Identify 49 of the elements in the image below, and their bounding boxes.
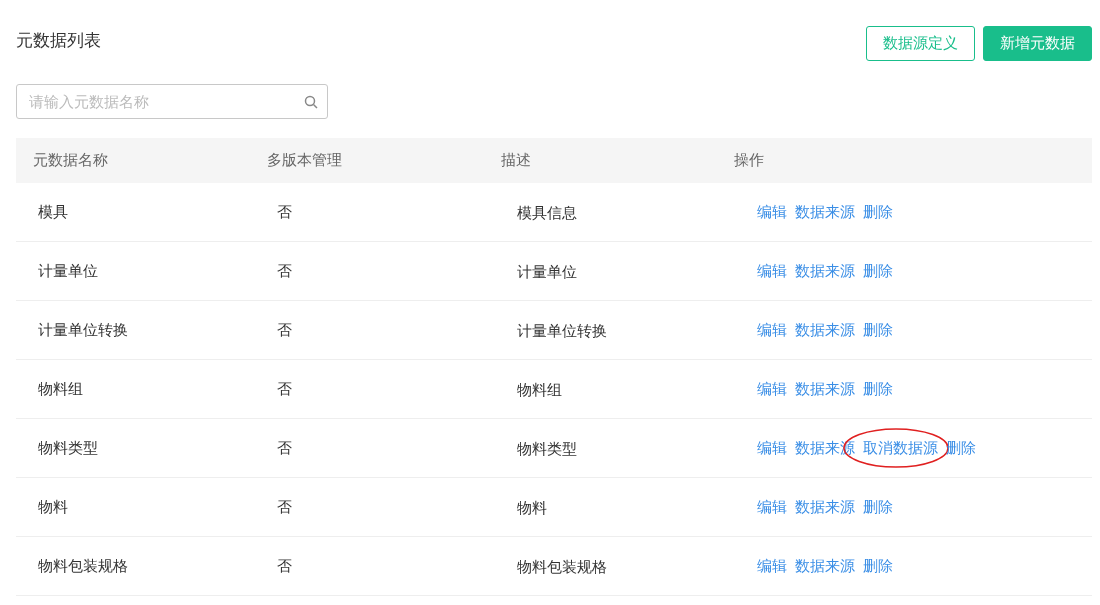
action-button[interactable]: 数据源定义	[866, 26, 975, 61]
action-link[interactable]: 编辑	[757, 438, 787, 457]
action-link[interactable]: 删除	[863, 556, 893, 575]
search-icon[interactable]	[304, 95, 318, 109]
table-cell-text: 计量单位转换	[516, 320, 607, 342]
table-cell-text: 否	[276, 496, 292, 518]
table-cell-text: 物料包装规格	[516, 556, 607, 578]
action-link[interactable]: 数据来源	[795, 379, 855, 398]
action-link[interactable]: 编辑	[757, 202, 787, 221]
table-cell-text: 物料包装规格	[37, 555, 128, 577]
table-cell-text: 计量单位转换	[37, 319, 128, 341]
action-button[interactable]: 新增元数据	[983, 26, 1092, 61]
table-cell-text: 否	[276, 555, 292, 577]
search-field[interactable]: 请输入元数据名称	[16, 84, 328, 119]
column-header: 操作	[733, 150, 765, 172]
table-cell-text: 物料	[516, 497, 547, 519]
table-cell-text: 物料	[37, 496, 68, 518]
table-cell-text: 否	[276, 378, 292, 400]
action-link[interactable]: 删除	[863, 202, 893, 221]
action-link[interactable]: 编辑	[757, 379, 787, 398]
action-link[interactable]: 数据来源	[795, 497, 855, 516]
action-link[interactable]: 编辑	[757, 556, 787, 575]
table-cell-text: 否	[276, 201, 292, 223]
table-cell-text: 物料类型	[516, 438, 577, 460]
table-cell-text: 计量单位	[37, 260, 98, 282]
table-cell-text: 否	[276, 319, 292, 341]
action-link[interactable]: 编辑	[757, 320, 787, 339]
action-link[interactable]: 编辑	[757, 261, 787, 280]
table-cell-text: 否	[276, 260, 292, 282]
action-link[interactable]: 删除	[863, 320, 893, 339]
table-cell-text: 否	[276, 437, 292, 459]
table-cell-text: 模具信息	[516, 202, 577, 224]
table-cell-text: 物料组	[516, 379, 562, 401]
page-title: 元数据列表	[16, 29, 101, 52]
table-cell-text: 物料类型	[37, 437, 98, 459]
table-cell-text: 模具	[37, 201, 68, 223]
action-link[interactable]: 删除	[863, 379, 893, 398]
table-cell-text: 计量单位	[516, 261, 577, 283]
column-header: 元数据名称	[32, 150, 109, 172]
action-link[interactable]: 数据来源	[795, 202, 855, 221]
column-header: 描述	[500, 150, 532, 172]
table-cell-text: 物料组	[37, 378, 83, 400]
action-link[interactable]: 数据来源	[795, 261, 855, 280]
action-link[interactable]: 删除	[863, 497, 893, 516]
column-header: 多版本管理	[266, 150, 343, 172]
action-link[interactable]: 数据来源	[795, 556, 855, 575]
action-link[interactable]: 编辑	[757, 497, 787, 516]
action-link[interactable]: 数据来源	[795, 320, 855, 339]
action-link[interactable]: 删除	[863, 261, 893, 280]
